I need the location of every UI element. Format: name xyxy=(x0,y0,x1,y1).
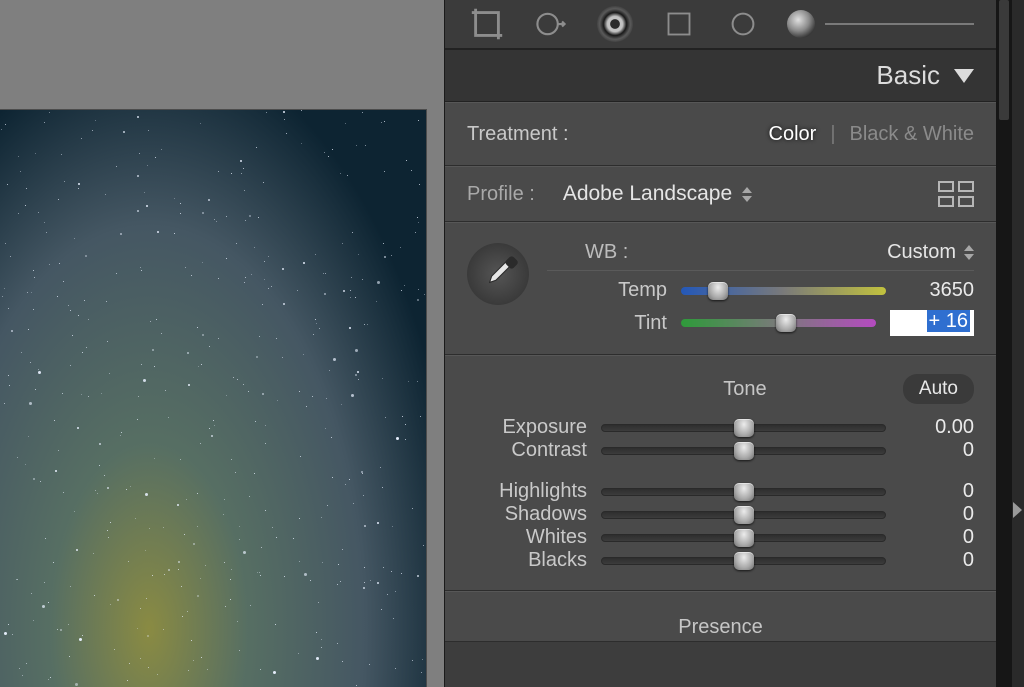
toolstrip xyxy=(445,0,996,50)
temp-value[interactable]: 3650 xyxy=(900,279,974,302)
brush-size-line xyxy=(825,23,974,25)
presence-label: Presence xyxy=(467,606,974,639)
shadows-slider[interactable] xyxy=(601,511,886,519)
exposure-row: Exposure 0.00 xyxy=(467,416,974,439)
tool-radial-icon[interactable] xyxy=(723,4,763,44)
collapse-icon xyxy=(954,69,974,83)
develop-panel: Basic Treatment : Color | Black & White … xyxy=(444,0,996,687)
whites-value[interactable]: 0 xyxy=(900,526,974,549)
temp-label: Temp xyxy=(547,279,667,302)
exposure-slider[interactable] xyxy=(601,424,886,432)
tone-block: Tone Auto Exposure 0.00 Contrast 0 Highl… xyxy=(445,355,996,591)
profile-block: Profile : Adobe Landscape xyxy=(445,166,996,222)
contrast-slider[interactable] xyxy=(601,447,886,455)
wb-block: WB : Custom Temp 3650 xyxy=(445,222,996,355)
tone-auto-button[interactable]: Auto xyxy=(903,374,974,404)
shadows-thumb[interactable] xyxy=(734,506,754,524)
tint-label: Tint xyxy=(547,312,667,335)
treatment-color[interactable]: Color xyxy=(769,123,817,146)
tool-brush[interactable] xyxy=(787,10,974,38)
tint-thumb[interactable] xyxy=(776,314,796,332)
wb-label: WB : xyxy=(585,241,628,264)
treatment-block: Treatment : Color | Black & White xyxy=(445,102,996,166)
blacks-label: Blacks xyxy=(467,549,587,572)
temp-row: Temp 3650 xyxy=(547,279,974,302)
panel-expand-handle[interactable] xyxy=(1012,0,1024,687)
wb-eyedropper-button[interactable] xyxy=(467,243,529,305)
contrast-label: Contrast xyxy=(467,439,587,462)
wb-mode-arrows-icon[interactable] xyxy=(964,245,974,260)
temp-thumb[interactable] xyxy=(708,282,728,300)
exposure-label: Exposure xyxy=(467,416,587,439)
canvas-area[interactable] xyxy=(0,0,444,687)
tool-redeye-icon[interactable] xyxy=(595,4,635,44)
brush-icon xyxy=(787,10,815,38)
blacks-thumb[interactable] xyxy=(734,552,754,570)
contrast-row: Contrast 0 xyxy=(467,439,974,462)
highlights-slider[interactable] xyxy=(601,488,886,496)
highlights-value[interactable]: 0 xyxy=(900,480,974,503)
wb-mode-select[interactable]: Custom xyxy=(887,241,956,264)
profile-label: Profile : xyxy=(467,183,535,206)
contrast-value[interactable]: 0 xyxy=(900,439,974,462)
shadows-label: Shadows xyxy=(467,503,587,526)
treatment-label: Treatment : xyxy=(467,123,569,146)
tint-row: Tint + 16 xyxy=(547,310,974,336)
whites-thumb[interactable] xyxy=(734,529,754,547)
temp-slider[interactable] xyxy=(681,287,886,295)
exposure-value[interactable]: 0.00 xyxy=(900,416,974,439)
highlights-label: Highlights xyxy=(467,480,587,503)
eyedropper-icon xyxy=(477,253,519,295)
profile-browser-icon[interactable] xyxy=(938,181,974,207)
shadows-value[interactable]: 0 xyxy=(900,503,974,526)
shadows-row: Shadows 0 xyxy=(467,503,974,526)
scrollbar-thumb[interactable] xyxy=(999,0,1009,120)
whites-row: Whites 0 xyxy=(467,526,974,549)
tint-value-input[interactable]: + 16 xyxy=(890,310,974,336)
tool-crop-icon[interactable] xyxy=(467,4,507,44)
chevron-right-icon xyxy=(1013,502,1022,518)
whites-slider[interactable] xyxy=(601,534,886,542)
blacks-slider[interactable] xyxy=(601,557,886,565)
preview-image[interactable] xyxy=(0,110,426,687)
profile-select[interactable]: Adobe Landscape xyxy=(563,182,732,206)
highlights-thumb[interactable] xyxy=(734,483,754,501)
tool-spot-icon[interactable] xyxy=(531,4,571,44)
profile-select-arrows-icon[interactable] xyxy=(742,187,752,202)
blacks-value[interactable]: 0 xyxy=(900,549,974,572)
presence-block: Presence xyxy=(445,591,996,642)
whites-label: Whites xyxy=(467,526,587,549)
panel-scrollbar[interactable] xyxy=(996,0,1012,687)
treatment-bw[interactable]: Black & White xyxy=(850,123,974,146)
tint-slider[interactable] xyxy=(681,319,876,327)
basic-header[interactable]: Basic xyxy=(445,50,996,102)
basic-title: Basic xyxy=(876,60,940,91)
tone-label: Tone xyxy=(587,378,903,401)
blacks-row: Blacks 0 xyxy=(467,549,974,572)
highlights-row: Highlights 0 xyxy=(467,480,974,503)
exposure-thumb[interactable] xyxy=(734,419,754,437)
tool-gradient-icon[interactable] xyxy=(659,4,699,44)
contrast-thumb[interactable] xyxy=(734,442,754,460)
treatment-divider: | xyxy=(830,123,835,146)
